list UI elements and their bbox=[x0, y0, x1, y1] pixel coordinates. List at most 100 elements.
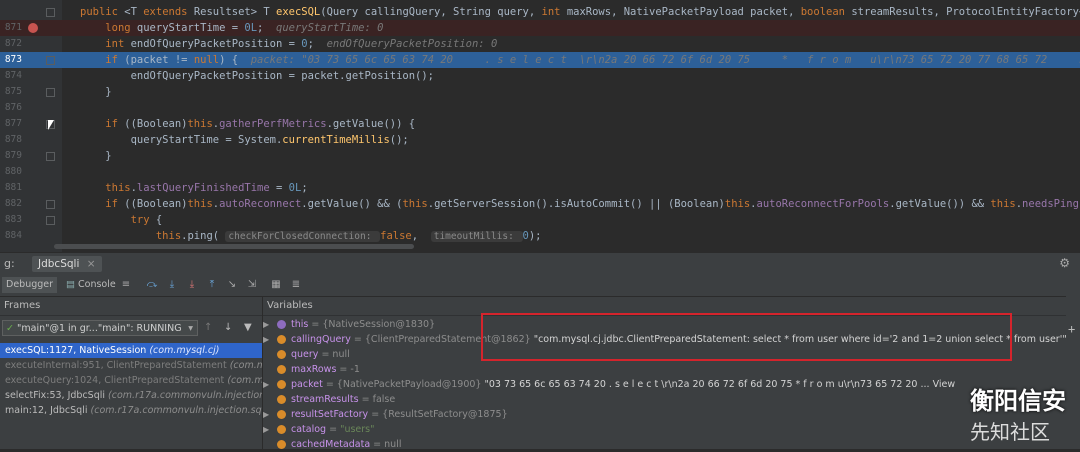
code-token: , bbox=[411, 230, 431, 242]
code-line[interactable]: public <T extends Resultset> T execSQL(Q… bbox=[0, 4, 1080, 20]
variable-name: packet bbox=[291, 379, 323, 390]
code-editor[interactable]: public <T extends Resultset> T execSQL(Q… bbox=[0, 0, 1080, 252]
stack-frame[interactable]: executeQuery:1024, ClientPreparedStateme… bbox=[0, 373, 262, 388]
code-line[interactable]: 884 this.ping( checkForClosedConnection:… bbox=[0, 228, 1080, 244]
thread-select[interactable]: ✓ "main"@1 in gr..."main": RUNNING ▾ bbox=[2, 320, 198, 336]
code-token: try bbox=[130, 214, 156, 226]
code-token: .getValue() && ( bbox=[301, 198, 403, 210]
fold-icon[interactable] bbox=[46, 216, 55, 225]
step-into-icon[interactable]: ⤓ bbox=[166, 279, 178, 291]
frame-class: (com.mysql.cj) bbox=[149, 345, 220, 356]
expand-arrow-icon[interactable]: ▶ bbox=[263, 332, 273, 347]
frames-pane: Frames ✓ "main"@1 in gr..."main": RUNNIN… bbox=[0, 297, 263, 449]
variable-text: packet = {NativePacketPayload@1900} "03 … bbox=[291, 377, 955, 392]
step-over-icon[interactable]: ⤼ bbox=[146, 279, 158, 291]
code-token: this bbox=[402, 198, 428, 210]
code-line[interactable]: 879 } bbox=[0, 148, 1080, 164]
code-line[interactable]: 877 if ((Boolean)this.gatherPerfMetrics.… bbox=[0, 116, 1080, 132]
code-line[interactable]: 874 endOfQueryPacketPosition = packet.ge… bbox=[0, 68, 1080, 84]
code-line[interactable]: 878 queryStartTime = System.currentTimeM… bbox=[0, 132, 1080, 148]
fold-icon[interactable] bbox=[46, 152, 55, 161]
gear-icon[interactable]: ⚙ bbox=[1059, 256, 1070, 270]
debug-session-tab[interactable]: JdbcSqli × bbox=[32, 256, 102, 272]
filter-icon[interactable]: ▼ bbox=[244, 322, 252, 333]
force-step-into-icon[interactable]: ⤓ bbox=[186, 279, 198, 291]
code-token: maxRows, NativePacketPayload packet, bbox=[566, 6, 801, 18]
fold-icon[interactable] bbox=[46, 56, 55, 65]
line-number: 882 bbox=[4, 198, 22, 209]
code-line[interactable]: 881 this.lastQueryFinishedTime = 0L; bbox=[0, 180, 1080, 196]
drop-frame-icon[interactable]: ↘ bbox=[226, 279, 238, 291]
code-token: if bbox=[105, 54, 125, 66]
code-line[interactable]: 883 try { bbox=[0, 212, 1080, 228]
stack-frame[interactable]: main:12, JdbcSqli (com.r17a.commonvuln.i… bbox=[0, 403, 262, 418]
code-token: false bbox=[380, 230, 412, 242]
variable-name: cachedMetadata bbox=[291, 439, 371, 450]
code-token: endOfQueryPacketPosition = bbox=[130, 38, 302, 50]
variable-row[interactable]: ▶ catalog = "users" bbox=[263, 422, 1063, 437]
stack-frame[interactable]: executeInternal:951, ClientPreparedState… bbox=[0, 358, 262, 373]
more-icon[interactable]: ≣ bbox=[290, 279, 302, 291]
variable-value: "users" bbox=[340, 424, 375, 435]
watermark: 衡阳信安 先知社区 bbox=[970, 381, 1066, 445]
frame-method: executeInternal:951, ClientPreparedState… bbox=[5, 360, 230, 371]
expand-arrow-icon[interactable]: ▶ bbox=[263, 407, 273, 422]
expand-arrow-icon[interactable]: ▶ bbox=[263, 317, 273, 332]
evaluate-icon[interactable]: ▦ bbox=[270, 279, 282, 291]
fold-icon[interactable] bbox=[46, 8, 55, 17]
line-number: 884 bbox=[4, 230, 22, 241]
variable-type: = {ResultSetFactory@1875} bbox=[368, 409, 508, 420]
line-number: 875 bbox=[4, 86, 22, 97]
code-text: long queryStartTime = 0L; queryStartTime… bbox=[80, 20, 383, 36]
variable-name: this bbox=[291, 319, 309, 330]
code-line[interactable]: 871 long queryStartTime = 0L; queryStart… bbox=[0, 20, 1080, 36]
thread-selector-row: ✓ "main"@1 in gr..."main": RUNNING ▾ ↑ ↓… bbox=[0, 319, 262, 339]
code-text: } bbox=[80, 84, 111, 100]
fold-icon[interactable] bbox=[46, 88, 55, 97]
close-icon[interactable]: × bbox=[87, 258, 96, 270]
horizontal-scrollbar[interactable] bbox=[54, 244, 414, 249]
variable-text: query = null bbox=[291, 347, 350, 362]
code-token: <T bbox=[124, 6, 144, 18]
tab-console[interactable]: ▤ Console bbox=[62, 277, 120, 293]
run-to-cursor-icon[interactable]: ⇲ bbox=[246, 279, 258, 291]
code-line[interactable]: 880 bbox=[0, 164, 1080, 180]
add-watch-icon[interactable]: + bbox=[1068, 322, 1075, 336]
code-line[interactable]: 882 if ((Boolean)this.autoReconnect.getV… bbox=[0, 196, 1080, 212]
code-token: ((Boolean) bbox=[124, 198, 188, 210]
variable-name: maxRows bbox=[291, 364, 337, 375]
arrow-up-icon[interactable]: ↑ bbox=[204, 322, 212, 333]
debug-toolbar: Debugger ▤ Console ≡ ⤼ ⤓ ⤓ ⤒ ↘ ⇲ ▦ ≣ bbox=[0, 274, 1080, 297]
expand-arrow-icon[interactable]: ▶ bbox=[263, 377, 273, 392]
fold-icon[interactable] bbox=[46, 200, 55, 209]
variable-row[interactable]: ▶ resultSetFactory = {ResultSetFactory@18… bbox=[263, 407, 1063, 422]
code-line[interactable]: 873 if (packet != null) { packet: "03 73… bbox=[0, 52, 1080, 68]
code-line[interactable]: 872 int endOfQueryPacketPosition = 0; en… bbox=[0, 36, 1080, 52]
code-text: int endOfQueryPacketPosition = 0; endOfQ… bbox=[80, 36, 497, 52]
code-line[interactable]: 875 } bbox=[0, 84, 1080, 100]
code-token: this bbox=[105, 182, 131, 194]
line-number: 876 bbox=[4, 102, 22, 113]
arrow-down-icon[interactable]: ↓ bbox=[224, 322, 232, 333]
frame-class: (com.mysq bbox=[227, 375, 262, 386]
code-token: { bbox=[155, 214, 163, 226]
code-token: queryStartTime = bbox=[136, 22, 245, 34]
variable-row[interactable]: cachedMetadata = null bbox=[263, 437, 1063, 452]
stack-frame[interactable]: execSQL:1127, NativeSession (com.mysql.c… bbox=[0, 343, 262, 358]
code-line[interactable]: 876 bbox=[0, 100, 1080, 116]
variable-text: resultSetFactory = {ResultSetFactory@187… bbox=[291, 407, 508, 422]
code-token: public bbox=[80, 6, 125, 18]
tab-debugger[interactable]: Debugger bbox=[2, 277, 58, 293]
thread-label: "main"@1 in gr..."main": RUNNING bbox=[17, 323, 182, 334]
step-out-icon[interactable]: ⤒ bbox=[206, 279, 218, 291]
code-token: (); bbox=[389, 134, 409, 146]
variable-row[interactable]: streamResults = false bbox=[263, 392, 1063, 407]
stack-frame[interactable]: selectFix:53, JdbcSqli (com.r17a.commonv… bbox=[0, 388, 262, 403]
code-token: .getValue()) { bbox=[326, 118, 416, 130]
code-token: currentTimeMillis bbox=[282, 134, 390, 146]
menu-icon[interactable]: ≡ bbox=[120, 279, 132, 291]
breakpoint-icon[interactable] bbox=[28, 23, 38, 33]
variable-row[interactable]: ▶ packet = {NativePacketPayload@1900} "03… bbox=[263, 377, 1063, 392]
expand-arrow-icon[interactable]: ▶ bbox=[263, 422, 273, 437]
variable-row[interactable]: maxRows = -1 bbox=[263, 362, 1063, 377]
